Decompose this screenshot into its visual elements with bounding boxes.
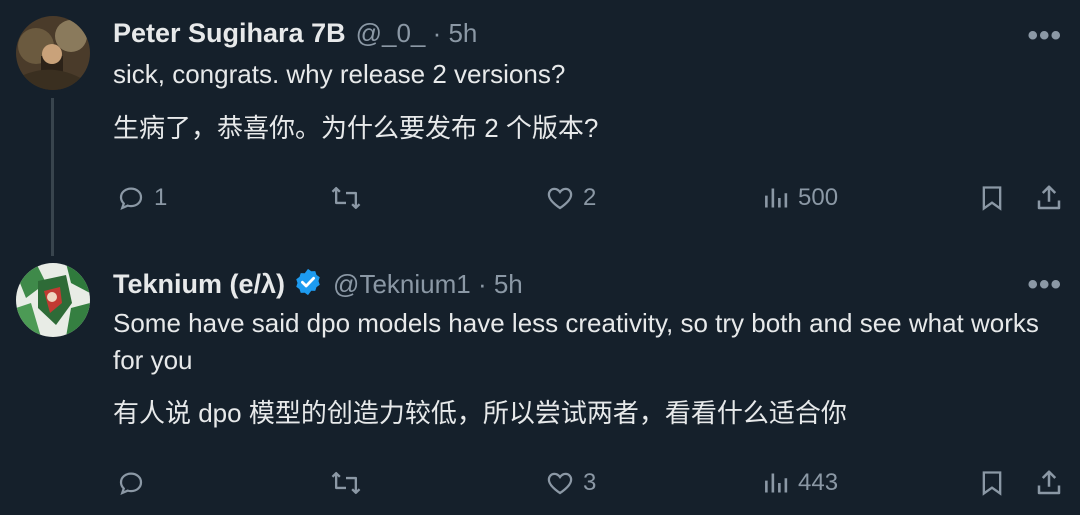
- tweet-1[interactable]: Peter Sugihara 7B @_0_ · 5h ••• sick, co…: [0, 0, 1080, 256]
- retweet-icon: [331, 186, 361, 210]
- like-button[interactable]: 3: [545, 468, 596, 498]
- author-handle-time[interactable]: @_0_ · 5h: [356, 18, 478, 49]
- views-button[interactable]: 443: [764, 468, 838, 498]
- share-icon: [1037, 470, 1061, 495]
- share-icon: [1037, 185, 1061, 210]
- action-bar: 3 443: [0, 468, 1080, 508]
- tweet-header: Peter Sugihara 7B @_0_ · 5h: [113, 18, 477, 49]
- share-button[interactable]: [1034, 183, 1064, 213]
- views-icon: [765, 188, 788, 208]
- like-icon: [547, 187, 573, 210]
- tweet-text-zh: 生病了，恭喜你。为什么要发布 2 个版本?: [113, 113, 599, 143]
- bookmark-icon: [982, 186, 1002, 211]
- author-name[interactable]: Peter Sugihara 7B: [113, 18, 346, 49]
- author-handle-time[interactable]: @Teknium1 · 5h: [333, 269, 523, 300]
- tweet-2[interactable]: Teknium (e/λ) @Teknium1 · 5h ••• Some ha…: [0, 255, 1080, 515]
- tweet-text-en: Some have said dpo models have less crea…: [113, 308, 1039, 375]
- views-count: 443: [798, 469, 839, 496]
- reply-button[interactable]: [116, 468, 154, 498]
- views-count: 500: [798, 184, 839, 211]
- bookmark-icon: [982, 471, 1002, 496]
- retweet-button[interactable]: [330, 183, 370, 213]
- verified-badge-icon: [293, 267, 323, 302]
- more-icon[interactable]: •••: [1027, 270, 1062, 300]
- share-button[interactable]: [1034, 468, 1064, 498]
- tweet-header: Teknium (e/λ) @Teknium1 · 5h: [113, 267, 523, 302]
- tweet-text-zh: 有人说 dpo 模型的创造力较低，所以尝试两者，看看什么适合你: [113, 398, 847, 428]
- reply-count: 1: [154, 184, 168, 211]
- more-icon[interactable]: •••: [1027, 21, 1062, 51]
- tweet-text-en: sick, congrats. why release 2 versions?: [113, 59, 566, 89]
- action-bar: 1 2 500: [0, 183, 1080, 223]
- avatar-peter[interactable]: [16, 16, 90, 90]
- reply-icon: [119, 472, 143, 496]
- reply-icon: [119, 187, 143, 211]
- views-icon: [765, 473, 788, 493]
- bookmark-button[interactable]: [978, 183, 1006, 213]
- retweet-icon: [331, 471, 361, 495]
- like-icon: [547, 472, 573, 495]
- avatar-teknium[interactable]: [16, 263, 90, 337]
- like-count: 3: [583, 469, 597, 496]
- thread-line: [51, 98, 54, 256]
- bookmark-button[interactable]: [978, 468, 1006, 498]
- views-button[interactable]: 500: [764, 183, 838, 213]
- like-button[interactable]: 2: [545, 183, 596, 213]
- retweet-button[interactable]: [330, 468, 370, 498]
- like-count: 2: [583, 184, 597, 211]
- author-name[interactable]: Teknium (e/λ): [113, 269, 285, 300]
- reply-button[interactable]: 1: [116, 183, 167, 213]
